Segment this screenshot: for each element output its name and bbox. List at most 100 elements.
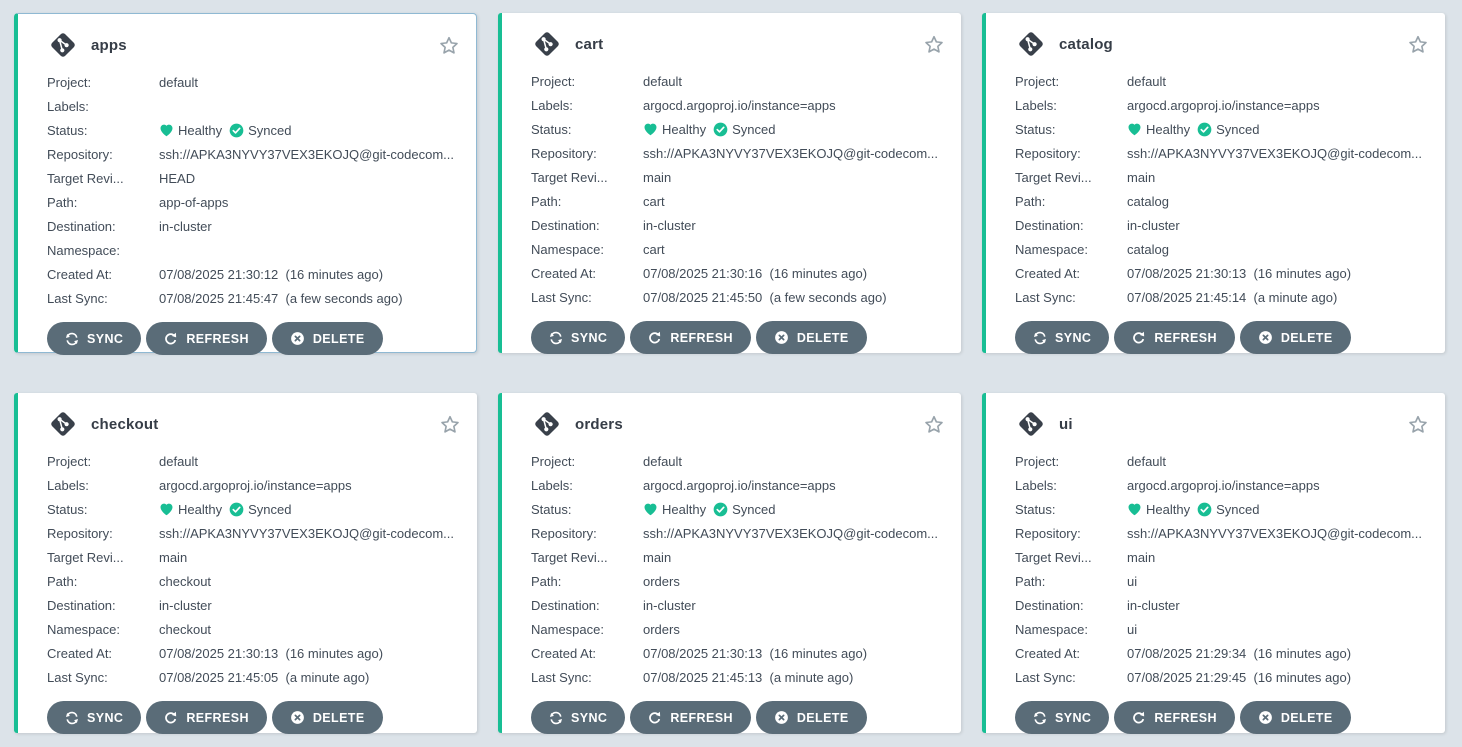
field-row: Created At:07/08/2025 21:30:13 (16 minut… [531, 641, 945, 665]
field-row: Path:cart [531, 189, 945, 213]
sync-status-text: Synced [732, 122, 775, 137]
delete-button-label: DELETE [1281, 331, 1333, 345]
sync-status-text: Synced [1216, 122, 1259, 137]
card-actions: SYNC REFRESH DELETE [1015, 701, 1429, 734]
application-name: catalog [1059, 36, 1113, 53]
field-label-labels: Labels: [47, 478, 159, 493]
field-label-last_sync: Last Sync: [531, 290, 643, 305]
card-actions: SYNC REFRESH DELETE [1015, 321, 1429, 354]
refresh-icon [648, 711, 662, 725]
git-application-icon [47, 29, 79, 61]
field-label-target_revision: Target Revi... [47, 171, 159, 186]
sync-button[interactable]: SYNC [47, 322, 141, 355]
field-value-target_revision: main [1127, 550, 1155, 565]
favorite-star-icon[interactable] [439, 36, 459, 55]
sync-button[interactable]: SYNC [47, 701, 141, 734]
sync-button[interactable]: SYNC [1015, 321, 1109, 354]
application-tile[interactable]: apps Project:defaultLabels:Status:Health… [14, 13, 477, 353]
field-label-destination: Destination: [531, 598, 643, 613]
field-row: Last Sync:07/08/2025 21:45:14 (a minute … [1015, 285, 1429, 309]
delete-circle-x-icon [290, 710, 305, 725]
application-tile[interactable]: cart Project:defaultLabels:argocd.argopr… [498, 13, 961, 353]
sync-button[interactable]: SYNC [531, 701, 625, 734]
delete-button[interactable]: DELETE [272, 701, 383, 734]
delete-circle-x-icon [290, 331, 305, 346]
card-header: catalog [1015, 22, 1429, 66]
refresh-button[interactable]: REFRESH [630, 701, 751, 734]
delete-button[interactable]: DELETE [272, 322, 383, 355]
field-label-namespace: Namespace: [1015, 242, 1127, 257]
field-row: Target Revi...main [47, 545, 461, 569]
refresh-button[interactable]: REFRESH [146, 322, 267, 355]
delete-button[interactable]: DELETE [1240, 321, 1351, 354]
sync-icon [1033, 711, 1047, 725]
field-row: Repository:ssh://APKA3NYVY37VEX3EKOJQ@gi… [1015, 141, 1429, 165]
sync-button[interactable]: SYNC [1015, 701, 1109, 734]
field-row: Project:default [1015, 69, 1429, 93]
refresh-button[interactable]: REFRESH [1114, 321, 1235, 354]
field-label-target_revision: Target Revi... [47, 550, 159, 565]
field-row: Last Sync:07/08/2025 21:29:45 (16 minute… [1015, 665, 1429, 689]
refresh-button[interactable]: REFRESH [1114, 701, 1235, 734]
field-row: Namespace:orders [531, 617, 945, 641]
field-row: Path:orders [531, 569, 945, 593]
field-label-namespace: Namespace: [47, 243, 159, 258]
synced-check-icon [229, 502, 244, 517]
field-value-last_sync: 07/08/2025 21:45:13 (a minute ago) [643, 670, 853, 685]
field-value-created_at: 07/08/2025 21:30:13 (16 minutes ago) [159, 646, 383, 661]
sync-status-text: Synced [1216, 502, 1259, 517]
field-label-target_revision: Target Revi... [1015, 170, 1127, 185]
health-status-text: Healthy [1146, 122, 1190, 137]
field-label-created_at: Created At: [531, 646, 643, 661]
application-tile[interactable]: ui Project:defaultLabels:argocd.argoproj… [982, 393, 1445, 733]
field-label-project: Project: [47, 75, 159, 90]
field-row: Last Sync:07/08/2025 21:45:05 (a minute … [47, 665, 461, 689]
application-tile[interactable]: checkout Project:defaultLabels:argocd.ar… [14, 393, 477, 733]
field-label-last_sync: Last Sync: [47, 291, 159, 306]
field-label-repository: Repository: [1015, 526, 1127, 541]
sync-button[interactable]: SYNC [531, 321, 625, 354]
field-label-target_revision: Target Revi... [531, 550, 643, 565]
field-rows: Project:defaultLabels:argocd.argoproj.io… [1015, 449, 1429, 689]
field-row: Namespace:ui [1015, 617, 1429, 641]
refresh-button[interactable]: REFRESH [146, 701, 267, 734]
field-value-last_sync: 07/08/2025 21:45:05 (a minute ago) [159, 670, 369, 685]
sync-button-label: SYNC [571, 331, 607, 345]
field-row: Labels: [47, 94, 460, 118]
delete-button[interactable]: DELETE [1240, 701, 1351, 734]
sync-button-label: SYNC [87, 332, 123, 346]
field-value-namespace: checkout [159, 622, 211, 637]
favorite-star-icon[interactable] [1408, 35, 1428, 54]
application-tile[interactable]: catalog Project:defaultLabels:argocd.arg… [982, 13, 1445, 353]
field-value-path: orders [643, 574, 680, 589]
field-row: Target Revi...main [1015, 165, 1429, 189]
application-tile[interactable]: orders Project:defaultLabels:argocd.argo… [498, 393, 961, 733]
field-value-created_at: 07/08/2025 21:30:12 (16 minutes ago) [159, 267, 383, 282]
field-value-destination: in-cluster [159, 219, 212, 234]
card-actions: SYNC REFRESH DELETE [47, 322, 460, 355]
healthy-heart-icon [1127, 122, 1142, 136]
field-value-project: default [159, 454, 198, 469]
field-value-labels: argocd.argoproj.io/instance=apps [1127, 98, 1320, 113]
application-name: cart [575, 36, 603, 53]
field-row: Path:ui [1015, 569, 1429, 593]
refresh-button[interactable]: REFRESH [630, 321, 751, 354]
field-row: Created At:07/08/2025 21:30:13 (16 minut… [1015, 261, 1429, 285]
field-row: Created At:07/08/2025 21:30:12 (16 minut… [47, 262, 460, 286]
favorite-star-icon[interactable] [924, 35, 944, 54]
application-name: apps [91, 37, 127, 54]
field-row: Namespace:checkout [47, 617, 461, 641]
sync-icon [549, 711, 563, 725]
field-value-repository: ssh://APKA3NYVY37VEX3EKOJQ@git-codecom..… [159, 526, 454, 541]
field-value-repository: ssh://APKA3NYVY37VEX3EKOJQ@git-codecom..… [643, 146, 938, 161]
favorite-star-icon[interactable] [924, 415, 944, 434]
favorite-star-icon[interactable] [1408, 415, 1428, 434]
delete-button[interactable]: DELETE [756, 321, 867, 354]
field-label-repository: Repository: [47, 147, 159, 162]
favorite-star-icon[interactable] [440, 415, 460, 434]
field-value-project: default [643, 454, 682, 469]
sync-button-label: SYNC [1055, 711, 1091, 725]
refresh-icon [1132, 711, 1146, 725]
delete-button[interactable]: DELETE [756, 701, 867, 734]
field-label-last_sync: Last Sync: [1015, 290, 1127, 305]
